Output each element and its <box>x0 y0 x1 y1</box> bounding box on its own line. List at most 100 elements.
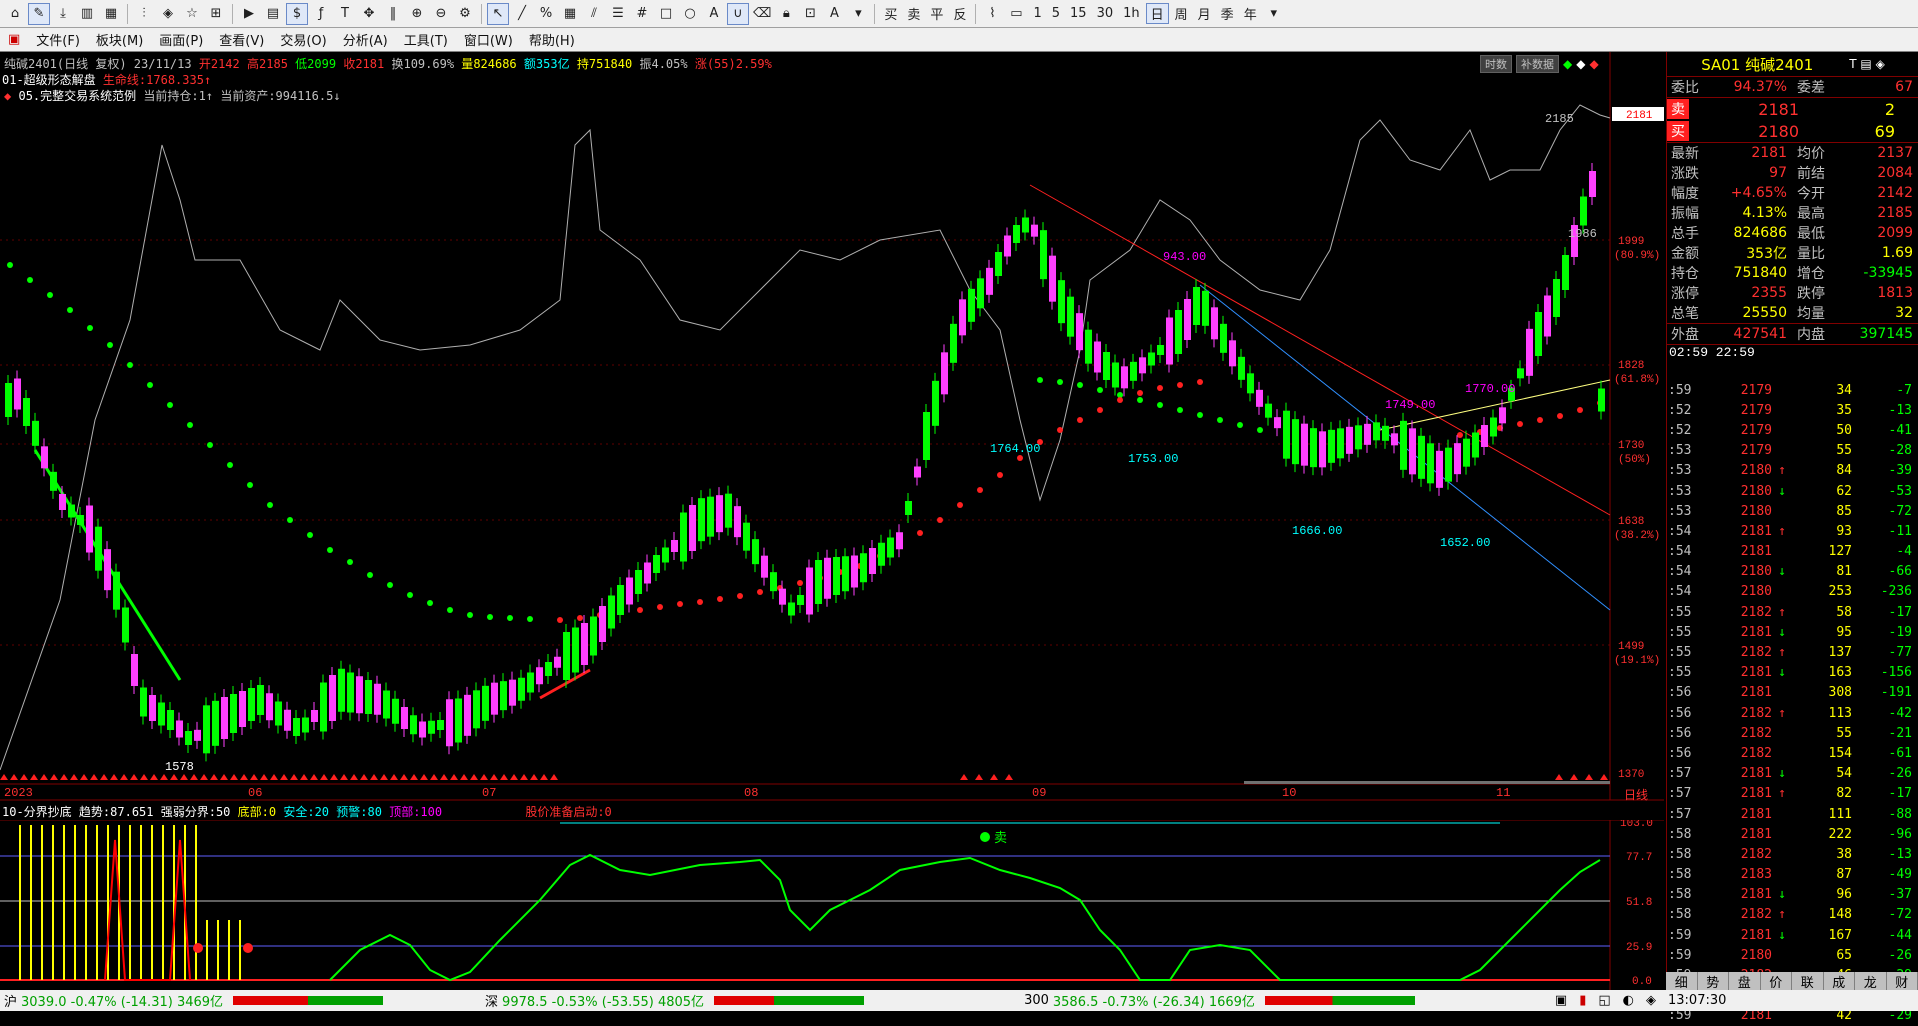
tick-time: :58 <box>1666 887 1724 902</box>
candle-chart-icon[interactable]: ▭ <box>1005 3 1027 25</box>
menu-analysis[interactable]: 分析(A) <box>335 30 396 49</box>
tick-row: :552181↓95-19 <box>1666 622 1918 642</box>
annot-1986: 1986 <box>1568 227 1597 241</box>
play-icon[interactable]: ▶ <box>238 3 260 25</box>
tick-row: :52217935-13 <box>1666 400 1918 420</box>
period-month[interactable]: 月 <box>1194 4 1215 23</box>
tab-detail[interactable]: 细 <box>1666 972 1698 991</box>
target-icon[interactable]: ◈ <box>157 3 179 25</box>
menu-help[interactable]: 帮助(H) <box>521 30 583 49</box>
menu-file[interactable]: 文件(F) <box>28 30 88 49</box>
buy-button[interactable]: 买 <box>880 4 901 23</box>
magnet-icon[interactable]: ∪ <box>727 3 749 25</box>
menu-board[interactable]: 板块(M) <box>88 30 151 49</box>
move-icon[interactable]: ✥ <box>358 3 380 25</box>
formula-icon[interactable]: ƒ <box>310 3 332 25</box>
tick-change: -88 <box>1852 807 1918 822</box>
channel-icon[interactable]: ⫽ <box>583 3 605 25</box>
network-icon[interactable]: ▣ <box>1555 993 1567 1008</box>
period-1m[interactable]: 1 <box>1029 6 1045 21</box>
tab-link[interactable]: 联 <box>1792 972 1824 991</box>
period-15m[interactable]: 15 <box>1066 6 1091 21</box>
tab-book[interactable]: 盘 <box>1729 972 1761 991</box>
tick-change: -13 <box>1852 403 1918 418</box>
record-icon[interactable]: ▮ <box>1579 993 1586 1008</box>
zoom-out-icon[interactable]: ⊖ <box>430 3 452 25</box>
hash-icon[interactable]: # <box>631 3 653 25</box>
fib-icon[interactable]: ☰ <box>607 3 629 25</box>
f10-icon[interactable]: ⊞ <box>205 3 227 25</box>
eraser-icon[interactable]: ⌫ <box>751 3 773 25</box>
doc-icon[interactable]: ▤ <box>262 3 284 25</box>
outer-inner-row: 外盘 427541 内盘 397145 <box>1667 323 1918 345</box>
reverse-button[interactable]: 反 <box>949 4 970 23</box>
tick-row: :582181222-96 <box>1666 824 1918 844</box>
draw-icon[interactable]: ✎ <box>28 3 50 25</box>
panel-switch-icon[interactable]: T ▤ ◈ <box>1849 57 1885 71</box>
tick-change: -49 <box>1852 867 1918 882</box>
tab-price[interactable]: 价 <box>1761 972 1793 991</box>
close-position-button[interactable]: 平 <box>926 4 947 23</box>
grid-menu-icon[interactable]: ▦ <box>100 3 122 25</box>
percent-icon[interactable]: % <box>535 3 557 25</box>
bid-row[interactable]: 买 2180 69 <box>1667 120 1918 143</box>
menu-icon[interactable]: ▾ <box>847 3 869 25</box>
chart-icon[interactable]: ⫶ <box>133 3 155 25</box>
circle-icon[interactable]: ○ <box>679 3 701 25</box>
period-quarter[interactable]: 季 <box>1217 4 1238 23</box>
period-year[interactable]: 年 <box>1240 4 1261 23</box>
tab-dragon[interactable]: 龙 <box>1855 972 1887 991</box>
alert-icon[interactable]: ◈ <box>1646 993 1656 1008</box>
period-1h[interactable]: 1h <box>1119 6 1144 21</box>
tick-row: :532180↓62-53 <box>1666 481 1918 501</box>
quote-value: 824686 <box>1721 225 1793 241</box>
dollar-icon[interactable]: $ <box>286 3 308 25</box>
quote-row: 持仓751840增仓-33945 <box>1667 263 1918 283</box>
period-week[interactable]: 周 <box>1171 4 1192 23</box>
cursor-icon[interactable]: ↖ <box>487 3 509 25</box>
separator <box>874 4 875 24</box>
period-5m[interactable]: 5 <box>1048 6 1064 21</box>
tick-list[interactable]: :59217934-7:52217935-13:52217950-41:5321… <box>1666 380 1918 1026</box>
sell-button[interactable]: 卖 <box>903 4 924 23</box>
chat-icon[interactable]: ◱ <box>1598 993 1610 1008</box>
period-30m[interactable]: 30 <box>1093 6 1118 21</box>
color-icon[interactable]: A <box>823 3 845 25</box>
more-periods-icon[interactable]: ▾ <box>1263 3 1285 25</box>
menu-look[interactable]: 查看(V) <box>211 30 272 49</box>
tick-row: :542181127-4 <box>1666 542 1918 562</box>
menu-window[interactable]: 窗口(W) <box>456 30 521 49</box>
menu-trade[interactable]: 交易(O) <box>272 30 334 49</box>
tab-trend[interactable]: 势 <box>1698 972 1730 991</box>
sound-icon[interactable]: ◐ <box>1623 993 1634 1008</box>
text-icon[interactable]: T <box>334 3 356 25</box>
star-icon[interactable]: ☆ <box>181 3 203 25</box>
zoom-in-icon[interactable]: ⊕ <box>406 3 428 25</box>
kline-chart[interactable]: 1999 (80.9%) 1828 (61.8%) 1730 (50%) 163… <box>0 52 1664 812</box>
layout-icon[interactable]: ▥ <box>76 3 98 25</box>
menu-view[interactable]: 画面(P) <box>151 30 211 49</box>
line-icon[interactable]: ╱ <box>511 3 533 25</box>
lock-icon[interactable]: 🔒︎ <box>775 3 797 25</box>
chart-scrollbar[interactable] <box>1244 781 1610 784</box>
settings-icon[interactable]: ⚙ <box>454 3 476 25</box>
tick-price: 2180 <box>1724 504 1772 519</box>
bid-volume: 69 <box>1805 122 1901 141</box>
period-day[interactable]: 日 <box>1146 3 1169 24</box>
rect-icon[interactable]: □ <box>655 3 677 25</box>
menu-tools[interactable]: 工具(T) <box>396 30 456 49</box>
lock2-icon[interactable]: ⊡ <box>799 3 821 25</box>
tab-deal[interactable]: 成 <box>1824 972 1856 991</box>
tick-price: 2181 <box>1724 766 1772 781</box>
tab-finance[interactable]: 财 <box>1887 972 1918 991</box>
home-icon[interactable]: ⌂ <box>4 3 26 25</box>
download-icon[interactable]: ⤓ <box>52 3 74 25</box>
grid-icon[interactable]: ▦ <box>559 3 581 25</box>
tick-price: 2180 <box>1724 564 1772 579</box>
ask-row[interactable]: 卖 2181 2 <box>1667 98 1918 120</box>
sub-indicator-title: 10-分界抄底 <box>2 805 72 819</box>
sub-indicator-chart[interactable]: 卖 103.0 77.7 51.8 25.9 0.0 <box>0 820 1664 990</box>
letter-a-icon[interactable]: A <box>703 3 725 25</box>
line-chart-icon[interactable]: ⌇ <box>981 3 1003 25</box>
ruler-icon[interactable]: ‖ <box>382 3 404 25</box>
